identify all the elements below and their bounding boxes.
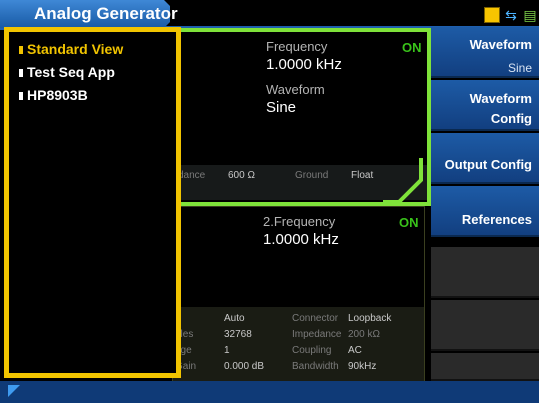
ch2-frequency-label: 2.Frequency — [263, 214, 336, 229]
ch2-right-label: Bandwidth — [292, 361, 339, 372]
softkey-sublabel: Sine — [507, 61, 532, 75]
menu-item-label: Test Seq App — [27, 64, 115, 80]
bullet-icon — [19, 92, 23, 100]
softkey-output-config[interactable]: Output Config — [431, 133, 539, 184]
ch2-right-value: 200 kΩ — [348, 329, 380, 340]
menu-item-hp8903b[interactable]: HP8903B — [19, 87, 88, 103]
network-icon: ▤ — [523, 7, 537, 23]
ch2-left-value: Auto — [224, 313, 245, 324]
menu-item-test-seq-app[interactable]: Test Seq App — [19, 64, 115, 80]
ch2-frequency-value[interactable]: 1.0000 kHz — [263, 231, 339, 248]
ch1-waveform-label: Waveform — [266, 82, 325, 97]
softkey-references[interactable]: References — [431, 186, 539, 237]
menu-item-label: HP8903B — [27, 87, 88, 103]
ch2-right-label: Impedance — [292, 329, 342, 340]
usb-icon: ⇆ — [505, 7, 517, 23]
ch2-right-value: 90kHz — [348, 361, 377, 372]
ch2-on-indicator[interactable]: ON — [399, 215, 419, 230]
softkey-blank-7[interactable] — [431, 353, 539, 381]
ch1-impedance-label: dance — [178, 170, 206, 181]
ch1-impedance-value: 600 Ω — [228, 170, 255, 181]
footer-bar — [0, 381, 539, 403]
softkey-label: Output Config — [444, 157, 532, 172]
softkey-waveform-config[interactable]: Waveform Config — [431, 80, 539, 131]
menu-item-label: Standard View — [27, 41, 124, 57]
menu-item-standard-view[interactable]: Standard View — [19, 41, 123, 57]
softkey-waveform[interactable]: Waveform Sine — [431, 27, 539, 78]
bullet-icon — [19, 46, 23, 54]
softkey-label: Config — [490, 111, 532, 126]
ch2-left-value: 0.000 dB — [224, 361, 265, 372]
ch2-left-value: 1 — [224, 345, 230, 356]
ch1-on-indicator[interactable]: ON — [402, 40, 422, 55]
ch1-corner-connector — [383, 158, 423, 204]
footer-arrow-icon[interactable] — [8, 385, 20, 397]
ch2-right-label: Coupling — [292, 345, 332, 356]
ch2-status-area: e Auto ples 32768 age 1 Gain 0.000 dB Co… — [173, 307, 424, 383]
ch1-ground-value: Float — [351, 170, 374, 181]
channel2-panel[interactable]: 2.Frequency 1.0000 kHz ON e Auto ples 32… — [172, 206, 425, 384]
ch2-right-label: Connector — [292, 313, 339, 324]
ch1-waveform-value[interactable]: Sine — [266, 99, 296, 116]
ch1-frequency-label: Frequency — [266, 39, 328, 54]
bullet-icon — [19, 69, 23, 77]
home-icon[interactable] — [484, 7, 500, 23]
softkey-blank-5[interactable] — [431, 247, 539, 298]
softkey-label: Waveform — [469, 91, 532, 106]
softkey-label: Waveform — [469, 37, 532, 52]
ch1-frequency-value[interactable]: 1.0000 kHz — [266, 56, 342, 73]
ch2-left-value: 32768 — [224, 329, 252, 340]
ch1-ground-label: Ground — [295, 170, 329, 181]
softkey-label: References — [461, 212, 532, 227]
app-title: Analog Generator — [34, 4, 178, 23]
app-menu[interactable]: Standard View Test Seq App HP8903B — [4, 27, 181, 378]
ch2-right-value: Loopback — [348, 313, 392, 324]
softkey-blank-6[interactable] — [431, 300, 539, 351]
ch2-right-value: AC — [348, 345, 362, 356]
